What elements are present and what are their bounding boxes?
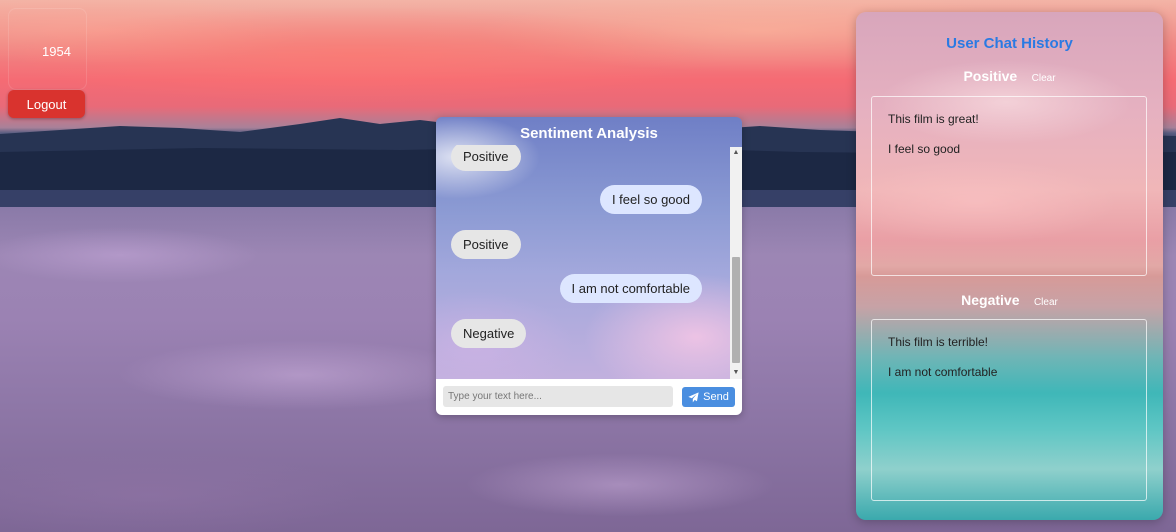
chat-history-panel: User Chat History Positive Clear This fi… [856, 12, 1163, 520]
scrollbar-thumb[interactable] [732, 257, 740, 363]
negative-section-header: Negative Clear [856, 292, 1163, 310]
positive-history-box: This film is great! I feel so good [871, 96, 1147, 276]
message-list: Positive I feel so good Positive I am no… [436, 145, 730, 378]
send-button[interactable]: Send [682, 387, 735, 407]
history-item: I am not comfortable [888, 365, 998, 379]
clear-positive-button[interactable]: Clear [1032, 73, 1056, 84]
user-info-box: 1954 [8, 8, 87, 90]
history-title: User Chat History [946, 35, 1073, 52]
bot-message: Positive [451, 145, 521, 171]
negative-label: Negative [961, 292, 1020, 308]
message-input[interactable] [443, 386, 673, 407]
history-item: This film is terrible! [888, 335, 989, 349]
chat-title: Sentiment Analysis [520, 125, 658, 142]
bot-message: Negative [451, 319, 527, 348]
scroll-up-arrow-icon[interactable]: ▲ [730, 147, 742, 159]
scroll-down-arrow-icon[interactable]: ▼ [730, 367, 742, 379]
clear-negative-button[interactable]: Clear [1034, 297, 1058, 308]
positive-section-header: Positive Clear [856, 68, 1163, 86]
history-item: This film is great! [888, 112, 979, 126]
positive-label: Positive [963, 68, 1018, 84]
paper-plane-icon [688, 391, 699, 402]
chat-panel: Sentiment Analysis Positive I feel so go… [436, 117, 742, 415]
user-message: I am not comfortable [559, 274, 702, 303]
negative-history-box: This film is terrible! I am not comforta… [871, 319, 1147, 501]
user-message: I feel so good [599, 185, 702, 214]
bot-message: Positive [451, 230, 521, 259]
send-button-label: Send [703, 391, 729, 403]
chat-input-bar: Send [436, 379, 742, 415]
user-id: 1954 [42, 44, 71, 59]
logout-button[interactable]: Logout [8, 90, 85, 118]
chat-scrollbar[interactable]: ▲ ▼ [730, 147, 742, 379]
history-item: I feel so good [888, 142, 961, 156]
